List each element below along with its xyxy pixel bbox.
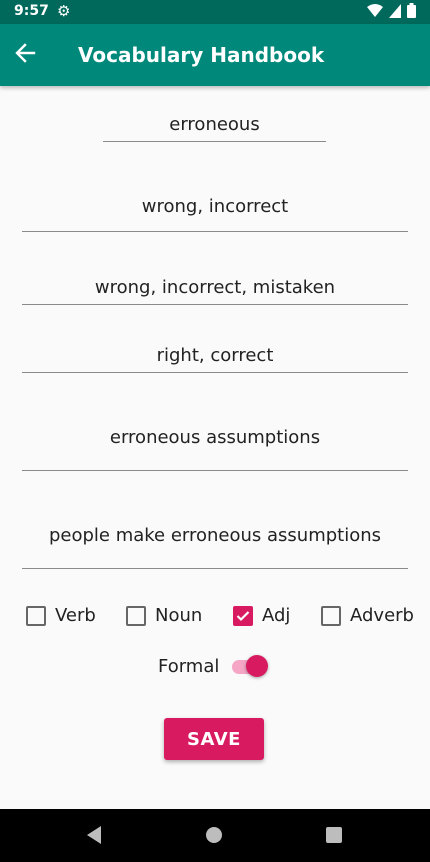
checkbox-noun[interactable]: Noun bbox=[126, 605, 202, 626]
checkbox-adverb-box[interactable] bbox=[321, 605, 341, 626]
system-nav-bar bbox=[0, 809, 430, 862]
checkbox-adj-label: Adj bbox=[262, 605, 291, 626]
switch-thumb[interactable] bbox=[246, 655, 268, 677]
word-type-row: Verb Noun Adj Adverb bbox=[0, 602, 430, 632]
checkbox-noun-label: Noun bbox=[155, 605, 203, 626]
meaning-value: wrong, incorrect bbox=[141, 196, 289, 217]
formal-row: Formal bbox=[0, 654, 430, 680]
phrase-field[interactable]: erroneous assumptions bbox=[22, 427, 408, 471]
app-bar: Vocabulary Handbook bbox=[0, 24, 430, 86]
checkbox-adj-box[interactable] bbox=[233, 605, 253, 626]
nav-home-icon[interactable] bbox=[206, 827, 222, 843]
checkbox-verb-box[interactable] bbox=[26, 605, 46, 626]
word-field[interactable]: erroneous bbox=[103, 114, 326, 142]
battery-icon bbox=[407, 3, 416, 18]
checkbox-adj[interactable]: Adj bbox=[233, 605, 290, 626]
wifi-icon bbox=[367, 3, 383, 17]
app-title: Vocabulary Handbook bbox=[78, 43, 325, 67]
checkbox-verb[interactable]: Verb bbox=[26, 605, 96, 626]
antonyms-value: right, correct bbox=[156, 345, 274, 366]
signal-icon bbox=[389, 3, 401, 18]
example-value: people make erroneous assumptions bbox=[48, 525, 382, 546]
status-time: 9:57 bbox=[14, 3, 49, 19]
formal-switch[interactable] bbox=[232, 655, 268, 677]
synonyms-field[interactable]: wrong, incorrect, mistaken bbox=[22, 277, 408, 305]
meaning-field[interactable]: wrong, incorrect bbox=[22, 196, 408, 232]
formal-label: Formal bbox=[158, 656, 220, 677]
arrow-back-icon bbox=[15, 43, 36, 63]
antonyms-field[interactable]: right, correct bbox=[22, 345, 408, 373]
status-icons bbox=[367, 3, 416, 18]
checkmark-icon bbox=[236, 610, 250, 621]
status-bar: 9:57 ⚙ bbox=[0, 0, 430, 24]
example-field[interactable]: people make erroneous assumptions bbox=[22, 525, 408, 569]
checkbox-verb-label: Verb bbox=[55, 605, 96, 626]
checkbox-noun-box[interactable] bbox=[126, 605, 146, 626]
back-button[interactable] bbox=[14, 42, 44, 68]
save-button[interactable]: SAVE bbox=[164, 718, 264, 760]
word-value: erroneous bbox=[169, 114, 260, 135]
nav-recents-icon[interactable] bbox=[326, 827, 342, 843]
nav-back-icon[interactable] bbox=[85, 825, 103, 845]
checkbox-adverb-label: Adverb bbox=[350, 605, 414, 626]
phrase-value: erroneous assumptions bbox=[109, 427, 321, 448]
synonyms-value: wrong, incorrect, mistaken bbox=[94, 277, 336, 298]
checkbox-adverb[interactable]: Adverb bbox=[321, 605, 414, 626]
gear-icon: ⚙ bbox=[57, 2, 71, 20]
